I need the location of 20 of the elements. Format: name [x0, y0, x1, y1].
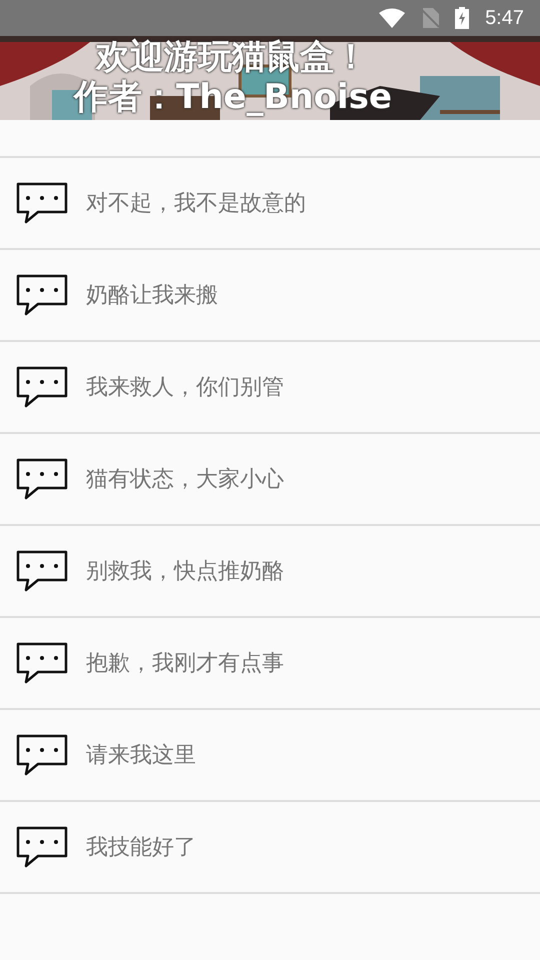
phrase-item[interactable]: 我技能好了	[0, 802, 540, 894]
speech-bubble-icon	[16, 458, 68, 500]
speech-bubble-icon	[16, 182, 68, 224]
phrase-item[interactable]: 请来我这里	[0, 710, 540, 802]
battery-charging-icon	[455, 7, 470, 29]
speech-bubble-icon	[16, 642, 68, 684]
status-time: 5:47	[485, 6, 524, 31]
speech-bubble-icon	[16, 826, 68, 868]
speech-bubble-icon	[16, 274, 68, 316]
phrase-item[interactable]: 别救我，快点推奶酪	[0, 526, 540, 618]
speech-bubble-icon	[16, 366, 68, 408]
phrase-item[interactable]: 抱歉，我刚才有点事	[0, 618, 540, 710]
phrase-item[interactable]: 我来救人，你们别管	[0, 342, 540, 434]
speech-bubble-icon	[16, 550, 68, 592]
wifi-icon	[379, 8, 406, 28]
phrase-item[interactable]: 猫有状态，大家小心	[0, 434, 540, 526]
phrase-item[interactable]: 奶酪让我来搬	[0, 250, 540, 342]
speech-bubble-icon	[16, 734, 68, 776]
no-sim-icon	[421, 8, 440, 28]
phrase-item[interactable]: 对不起，我不是故意的	[0, 158, 540, 250]
